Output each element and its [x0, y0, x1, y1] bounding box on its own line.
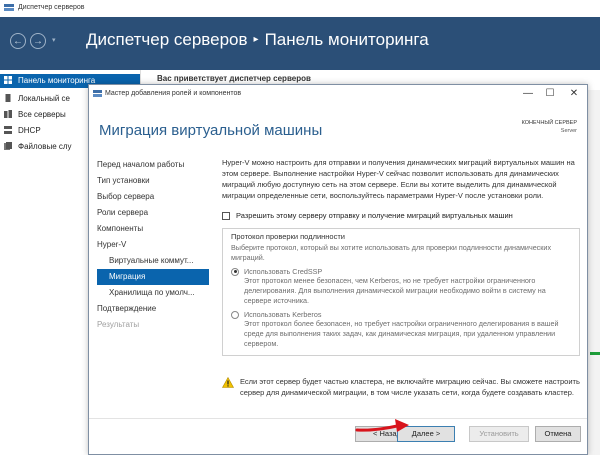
allow-migration-label[interactable]: Разрешить этому серверу отправку и получ…	[236, 211, 513, 220]
allow-migration-checkbox[interactable]	[222, 211, 230, 220]
step-hyper-v[interactable]: Hyper-V	[97, 237, 209, 253]
step-before-you-begin[interactable]: Перед началом работы	[97, 157, 209, 173]
step-installation-type[interactable]: Тип установки	[97, 173, 209, 189]
history-dropdown-icon[interactable]: ▾	[52, 36, 56, 44]
step-default-stores[interactable]: Хранилища по умолч...	[97, 285, 209, 301]
minimize-icon[interactable]: —	[517, 87, 539, 101]
step-virtual-switches[interactable]: Виртуальные коммут...	[97, 253, 209, 269]
breadcrumb-root[interactable]: Диспетчер серверов	[86, 30, 248, 49]
back-button[interactable]: ←	[10, 33, 26, 49]
wizard-steps: Перед началом работы Тип установки Выбор…	[97, 157, 209, 333]
all-servers-icon	[4, 110, 12, 118]
add-roles-wizard-dialog: Мастер добавления ролей и компонентов — …	[88, 84, 588, 455]
forward-button[interactable]: →	[30, 33, 46, 49]
step-features[interactable]: Компоненты	[97, 221, 209, 237]
cluster-warning-text: Если этот сервер будет частью кластера, …	[240, 377, 580, 397]
sidebar-item-label: Локальный се	[18, 94, 70, 103]
page-title: Миграция виртуальной машины	[99, 122, 323, 139]
dhcp-icon	[4, 126, 12, 134]
breadcrumb: Диспетчер серверов ▸ Панель мониторинга	[86, 30, 429, 50]
file-services-icon	[4, 142, 12, 150]
breadcrumb-separator-icon: ▸	[253, 34, 259, 45]
auth-protocol-hint: Выберите протокол, который вы хотите исп…	[231, 243, 552, 262]
status-indicator	[590, 352, 600, 355]
credssp-option[interactable]: Использовать CredSSP	[231, 267, 571, 276]
dashboard-icon	[4, 76, 12, 84]
sidebar-item-label: Все серверы	[18, 110, 66, 119]
step-migration[interactable]: Миграция	[97, 269, 209, 285]
sidebar-item-label: Файловые слу	[18, 142, 72, 151]
credssp-radio[interactable]	[231, 267, 239, 276]
step-confirmation[interactable]: Подтверждение	[97, 301, 209, 317]
local-server-icon	[5, 94, 11, 102]
footer-divider	[89, 418, 587, 419]
credssp-label[interactable]: Использовать CredSSP	[244, 267, 322, 276]
credssp-description: Этот протокол менее безопасен, чем Kerbe…	[244, 276, 546, 305]
outer-titlebar	[0, 0, 600, 18]
auth-protocol-legend: Протокол проверки подлинности	[231, 232, 345, 241]
kerberos-option[interactable]: Использовать Kerberos	[231, 310, 571, 319]
server-manager-icon	[4, 4, 14, 11]
welcome-title: Вас приветствует диспетчер серверов	[157, 74, 311, 83]
wizard-content: Hyper-V можно настроить для отправки и п…	[222, 157, 580, 398]
dialog-title: Мастер добавления ролей и компонентов	[105, 90, 242, 97]
intro-text: Hyper-V можно настроить для отправки и п…	[222, 158, 575, 200]
step-server-selection[interactable]: Выбор сервера	[97, 189, 209, 205]
allow-migration-row[interactable]: Разрешить этому серверу отправку и получ…	[222, 211, 580, 220]
sidebar-item-label: Панель мониторинга	[18, 76, 96, 85]
cluster-warning: Если этот сервер будет частью кластера, …	[222, 376, 580, 398]
auth-protocol-group: Протокол проверки подлинности Выберите п…	[222, 228, 580, 356]
close-icon[interactable]: ✕	[563, 87, 585, 101]
kerberos-description: Этот протокол более безопасен, но требуе…	[244, 319, 559, 348]
wizard-icon	[93, 90, 102, 97]
cancel-button[interactable]: Отмена	[535, 426, 581, 442]
step-results: Результаты	[97, 320, 140, 329]
destination-server-label: КОНЕЧНЫЙ СЕРВЕР	[521, 120, 577, 126]
destination-server-name: Server	[560, 128, 577, 134]
outer-window-title: Диспетчер серверов	[18, 4, 85, 11]
red-arrow-annotation-icon	[355, 419, 409, 432]
kerberos-radio[interactable]	[231, 310, 239, 319]
maximize-icon[interactable]: ☐	[539, 87, 561, 101]
warning-icon	[222, 377, 234, 388]
step-server-roles[interactable]: Роли сервера	[97, 205, 209, 221]
sidebar-item-label: DHCP	[18, 126, 41, 135]
install-button: Установить	[469, 426, 529, 442]
kerberos-label[interactable]: Использовать Kerberos	[244, 310, 321, 319]
breadcrumb-page: Панель мониторинга	[264, 30, 429, 49]
